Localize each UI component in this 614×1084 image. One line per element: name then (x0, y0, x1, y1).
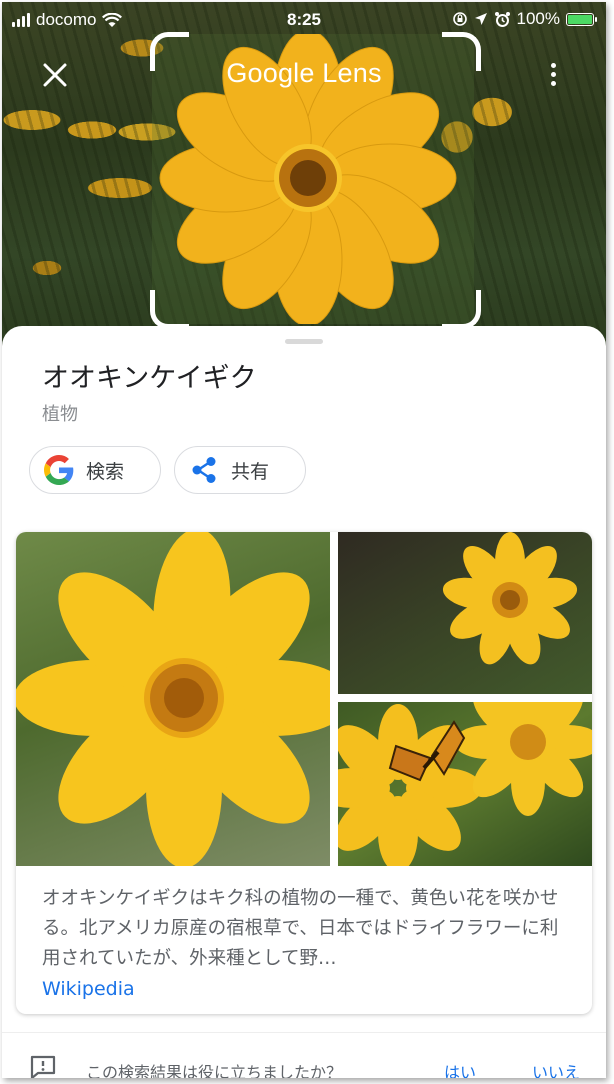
result-title: オオキンケイギク (42, 363, 257, 394)
status-bar: docomo 8:25 100% (2, 2, 606, 36)
location-icon (474, 13, 487, 25)
share-button-label: 共有 (231, 460, 270, 483)
wikipedia-link[interactable]: Wikipedia (42, 974, 572, 1004)
card-description: オオキンケイギクはキク科の植物の一種で、黄色い花を咲かせる。北アメリカ原産の宿根… (42, 884, 572, 1004)
focus-corner-bottom-right (442, 290, 481, 329)
description-text: オオキンケイギクはキク科の植物の一種で、黄色い花を咲かせる。北アメリカ原産の宿根… (42, 888, 559, 969)
feedback-question: この検索結果は役に立ちましたか？ (86, 1063, 343, 1078)
search-button[interactable]: 検索 (29, 446, 161, 494)
result-category: 植物 (42, 404, 78, 425)
phone-screen: docomo 8:25 100% Google Lens オオキンケイギク 植物… (2, 2, 606, 1078)
search-button-label: 検索 (86, 460, 125, 483)
flower-photo-icon (16, 532, 330, 866)
knowledge-card[interactable]: オオキンケイギクはキク科の植物の一種で、黄色い花を咲かせる。北アメリカ原産の宿根… (16, 532, 592, 1014)
plant-photo-1[interactable] (16, 532, 330, 866)
focus-corner-bottom-left (150, 290, 189, 329)
feedback-yes-button[interactable]: はい (444, 1059, 476, 1078)
share-button[interactable]: 共有 (174, 446, 306, 494)
drag-handle[interactable] (285, 339, 323, 344)
feedback-icon (30, 1055, 56, 1078)
rotation-lock-icon (452, 12, 467, 26)
share-icon (192, 457, 216, 483)
feedback-no-button[interactable]: いいえ (532, 1059, 580, 1078)
more-menu-button[interactable] (543, 60, 563, 90)
result-sheet: オオキンケイギク 植物 検索 共有 オオキンケイギクはキク科の植物の一種で、黄色… (2, 326, 606, 1078)
status-right: 100% (452, 9, 597, 29)
plant-photo-2[interactable] (338, 532, 592, 694)
feedback-bar: この検索結果は役に立ちましたか？ はい いいえ (2, 1032, 606, 1078)
flower-photo-icon (338, 702, 592, 866)
battery-charging-icon (566, 12, 597, 26)
google-g-icon (44, 455, 74, 485)
plant-photo-3[interactable] (338, 702, 592, 866)
more-vert-icon (543, 63, 563, 86)
alarm-icon (494, 11, 510, 27)
flower-photo-icon (442, 532, 578, 665)
app-title: Google Lens (226, 58, 382, 88)
battery-percent: 100% (516, 9, 560, 28)
